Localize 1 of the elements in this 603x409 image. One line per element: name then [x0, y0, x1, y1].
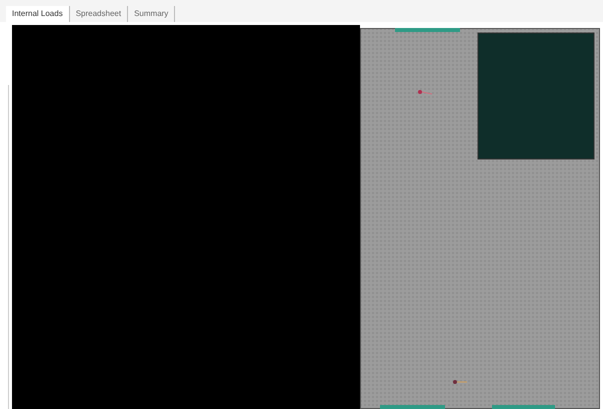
tab[interactable]: Internal Loads	[6, 6, 70, 22]
